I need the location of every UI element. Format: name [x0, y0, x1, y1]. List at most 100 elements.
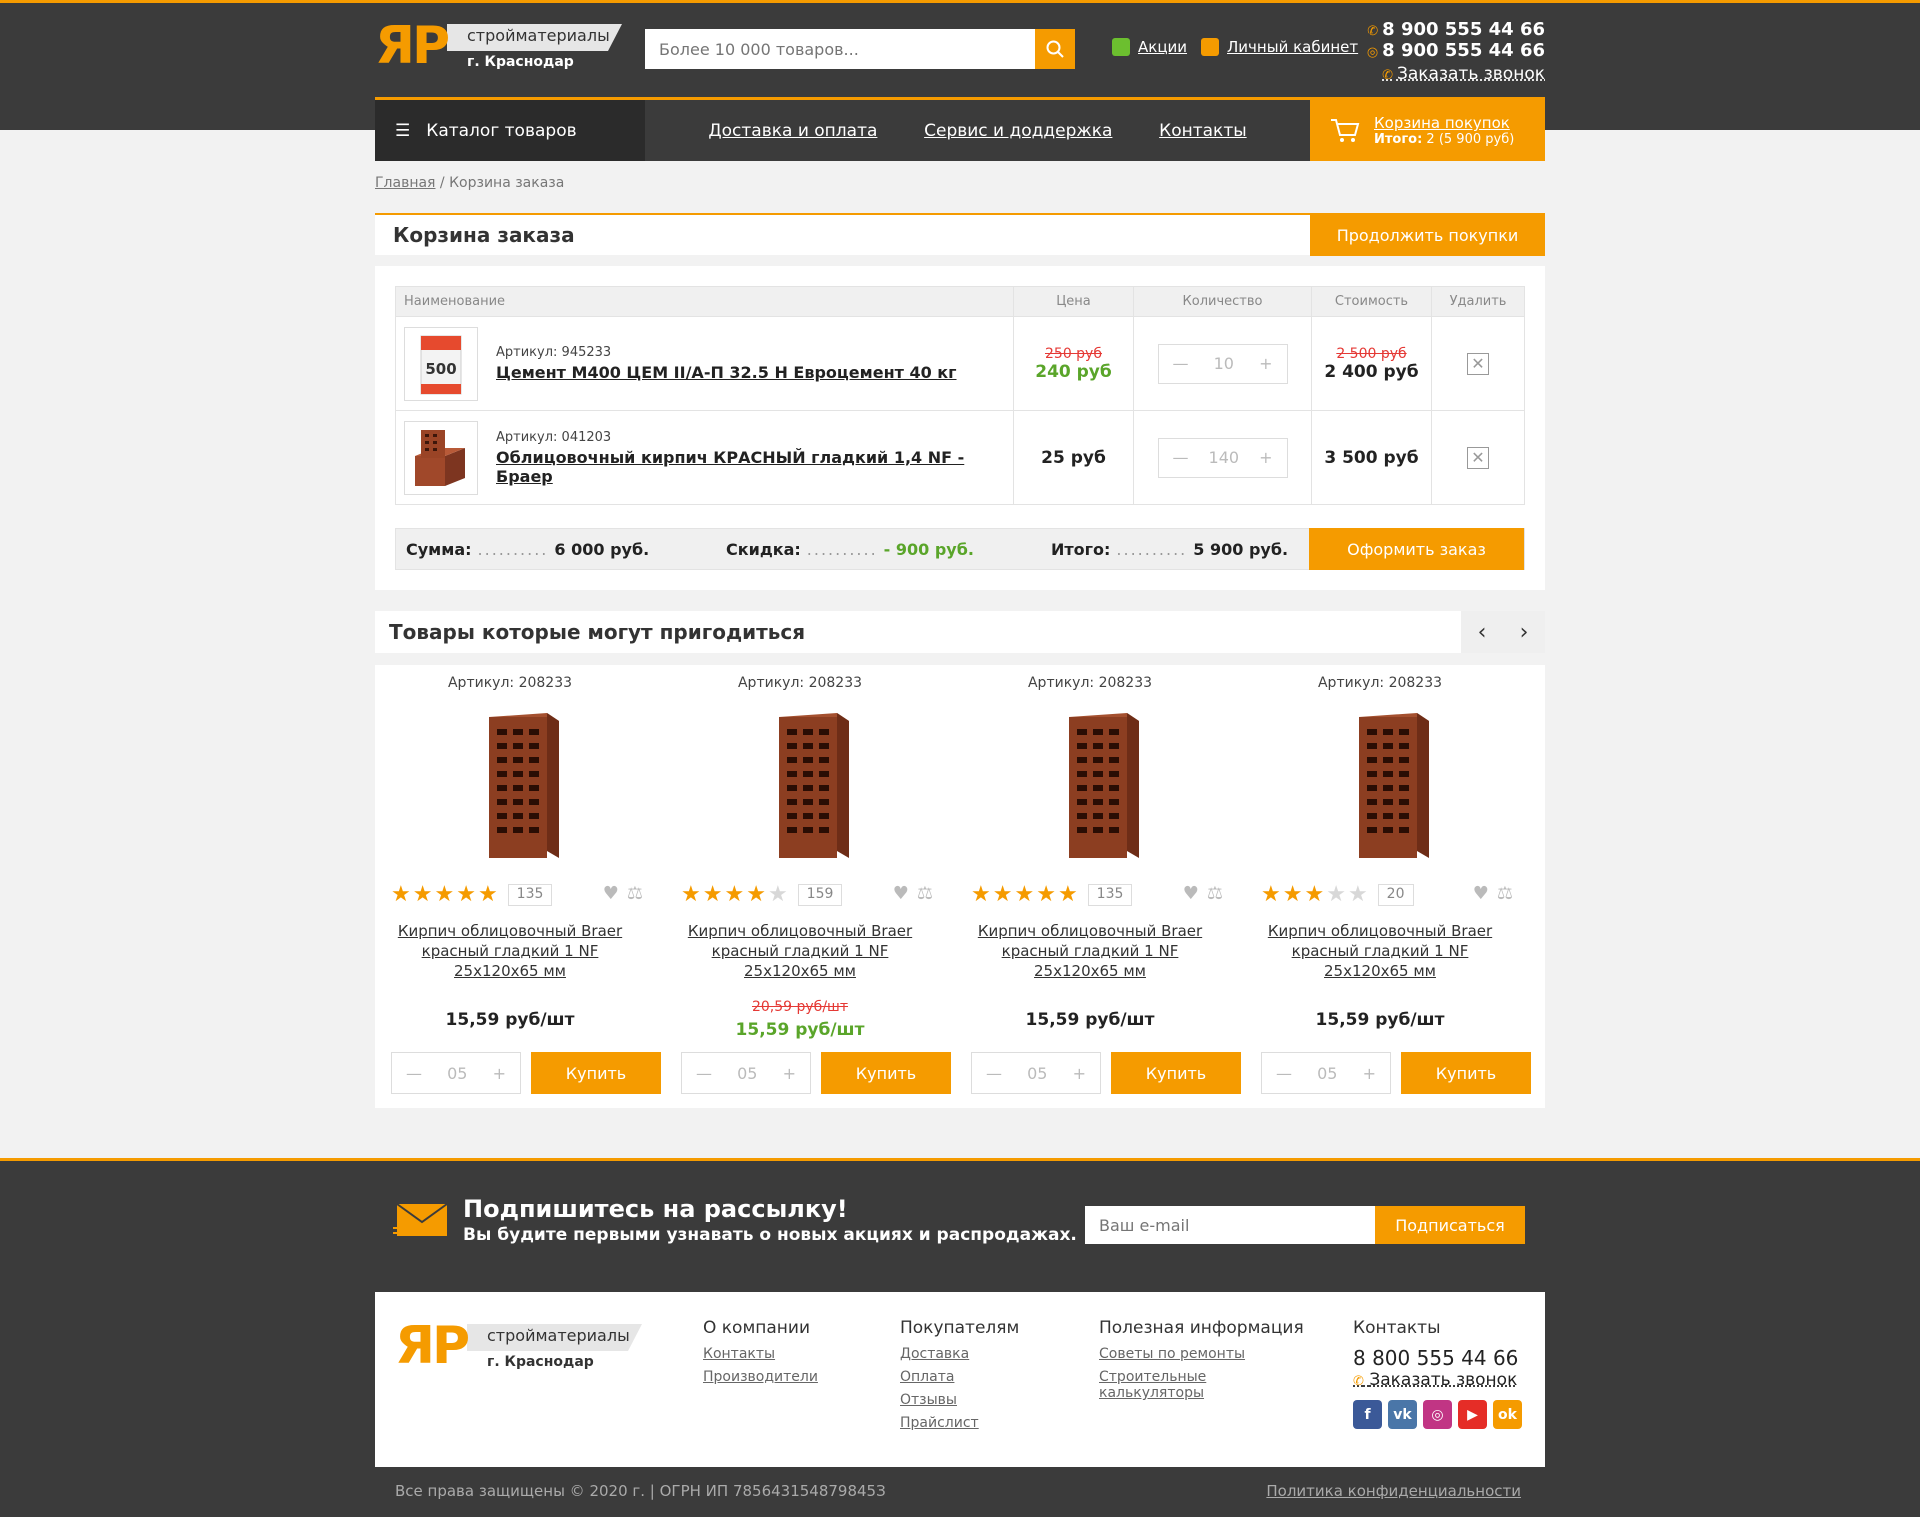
star-icon[interactable]: ★	[434, 882, 454, 907]
buy-button[interactable]: Купить	[1111, 1052, 1241, 1094]
star-icon[interactable]: ★	[1058, 882, 1078, 907]
callback-link[interactable]: Заказать звонок	[1397, 64, 1545, 84]
search-input[interactable]	[645, 29, 1025, 69]
compare-icon[interactable]: ⚖	[627, 883, 643, 904]
footer-link[interactable]: Производители	[703, 1369, 818, 1385]
phone-1[interactable]: 8 900 555 44 66	[1382, 19, 1545, 40]
compare-icon[interactable]: ⚖	[1497, 883, 1513, 904]
vk-icon[interactable]: vk	[1388, 1400, 1417, 1429]
quantity-value[interactable]: 10	[1214, 354, 1234, 373]
plus-icon[interactable]: +	[783, 1064, 796, 1083]
quantity-value[interactable]: 05	[1317, 1064, 1337, 1083]
heart-icon[interactable]: ♥	[1183, 883, 1199, 904]
minus-icon[interactable]: —	[1173, 354, 1189, 373]
star-icon[interactable]: ★	[413, 882, 433, 907]
delete-icon[interactable]: ✕	[1467, 446, 1489, 469]
star-icon[interactable]: ★	[768, 882, 788, 907]
chevron-left-icon[interactable]: ‹	[1461, 611, 1503, 653]
compare-icon[interactable]: ⚖	[917, 883, 933, 904]
star-icon[interactable]: ★	[681, 882, 701, 907]
chevron-right-icon[interactable]: ›	[1503, 611, 1545, 653]
cement-bag-image[interactable]: 500	[404, 326, 478, 401]
product-name-link[interactable]: Кирпич облицовочный Braer красный гладки…	[975, 921, 1205, 981]
product-name-link[interactable]: Цемент М400 ЦЕМ II/А-П 32.5 Н Евроцемент…	[496, 363, 957, 382]
logo[interactable]: ЯР стройматериалы г. Краснодар	[375, 16, 625, 76]
footer-link[interactable]: Строительные калькуляторы	[1099, 1369, 1259, 1401]
star-icon[interactable]: ★	[1348, 882, 1368, 907]
quantity-value[interactable]: 05	[737, 1064, 757, 1083]
search-button[interactable]	[1035, 29, 1075, 69]
cart-widget[interactable]: Корзина покупок Итого: 2 (5 900 руб)	[1310, 100, 1545, 161]
star-icon[interactable]: ★	[391, 882, 411, 907]
email-field[interactable]	[1085, 1206, 1375, 1244]
plus-icon[interactable]: +	[1363, 1064, 1376, 1083]
heart-icon[interactable]: ♥	[893, 883, 909, 904]
plus-icon[interactable]: +	[493, 1064, 506, 1083]
plus-icon[interactable]: +	[1259, 448, 1272, 467]
brick-image[interactable]	[1359, 713, 1429, 858]
delete-icon[interactable]: ✕	[1467, 352, 1489, 375]
star-icon[interactable]: ★	[971, 882, 991, 907]
plus-icon[interactable]: +	[1073, 1064, 1086, 1083]
odnoklassniki-icon[interactable]: ok	[1493, 1400, 1522, 1429]
minus-icon[interactable]: —	[1276, 1064, 1292, 1083]
breadcrumb-home[interactable]: Главная	[375, 175, 435, 191]
star-icon[interactable]: ★	[456, 882, 476, 907]
instagram-icon[interactable]: ◎	[1423, 1400, 1452, 1429]
footer-logo[interactable]: ЯР стройматериалы г. Краснодар	[395, 1316, 645, 1376]
quantity-value[interactable]: 05	[1027, 1064, 1047, 1083]
nav-link-contacts[interactable]: Контакты	[1159, 121, 1247, 141]
nav-link-delivery[interactable]: Доставка и оплата	[708, 121, 877, 141]
star-icon[interactable]: ★	[1036, 882, 1056, 907]
star-icon[interactable]: ★	[1326, 882, 1346, 907]
quantity-value[interactable]: 140	[1209, 448, 1240, 467]
minus-icon[interactable]: —	[1173, 448, 1189, 467]
buy-button[interactable]: Купить	[1401, 1052, 1531, 1094]
star-icon[interactable]: ★	[746, 882, 766, 907]
minus-icon[interactable]: —	[406, 1064, 422, 1083]
phone-2[interactable]: 8 900 555 44 66	[1382, 40, 1545, 61]
checkout-button[interactable]: Оформить заказ	[1309, 528, 1524, 570]
star-icon[interactable]: ★	[1261, 882, 1281, 907]
star-icon[interactable]: ★	[1014, 882, 1034, 907]
quantity-value[interactable]: 05	[447, 1064, 467, 1083]
star-icon[interactable]: ★	[993, 882, 1013, 907]
minus-icon[interactable]: —	[696, 1064, 712, 1083]
product-name-link[interactable]: Облицовочный кирпич КРАСНЫЙ гладкий 1,4 …	[496, 448, 1013, 486]
minus-icon[interactable]: —	[986, 1064, 1002, 1083]
star-icon[interactable]: ★	[1283, 882, 1303, 907]
catalog-button[interactable]: ☰ Каталог товаров	[375, 100, 645, 161]
youtube-icon[interactable]: ▶	[1458, 1400, 1487, 1429]
privacy-policy-link[interactable]: Политика конфиденциальности	[1266, 1482, 1521, 1500]
subscribe-button[interactable]: Подписаться	[1375, 1206, 1525, 1244]
star-icon[interactable]: ★	[724, 882, 744, 907]
compare-icon[interactable]: ⚖	[1207, 883, 1223, 904]
footer-phone[interactable]: 8 800 555 44 66	[1353, 1346, 1522, 1370]
star-icon[interactable]: ★	[478, 882, 498, 907]
facebook-icon[interactable]: f	[1353, 1400, 1382, 1429]
footer-link[interactable]: Советы по ремонты	[1099, 1346, 1259, 1362]
heart-icon[interactable]: ♥	[1473, 883, 1489, 904]
product-name-link[interactable]: Кирпич облицовочный Braer красный гладки…	[685, 921, 915, 981]
footer-link[interactable]: Отзывы	[900, 1392, 1019, 1408]
footer-link[interactable]: Доставка	[900, 1346, 1019, 1362]
brick-image[interactable]	[404, 420, 478, 495]
brick-image[interactable]	[489, 713, 559, 858]
brick-image[interactable]	[779, 713, 849, 858]
footer-link[interactable]: Контакты	[703, 1346, 818, 1362]
continue-shopping-button[interactable]: Продолжить покупки	[1310, 214, 1545, 256]
buy-button[interactable]: Купить	[821, 1052, 951, 1094]
footer-callback-link[interactable]: Заказать звонок	[1369, 1370, 1517, 1390]
brick-image[interactable]	[1069, 713, 1139, 858]
product-name-link[interactable]: Кирпич облицовочный Braer красный гладки…	[1265, 921, 1495, 981]
nav-link-service[interactable]: Сервис и доддержка	[924, 121, 1112, 141]
buy-button[interactable]: Купить	[531, 1052, 661, 1094]
account-link[interactable]: Личный кабинет	[1201, 38, 1358, 56]
heart-icon[interactable]: ♥	[603, 883, 619, 904]
footer-link[interactable]: Оплата	[900, 1369, 1019, 1385]
star-icon[interactable]: ★	[1304, 882, 1324, 907]
footer-link[interactable]: Прайслист	[900, 1415, 1019, 1431]
promo-link[interactable]: Акции	[1112, 38, 1187, 56]
product-name-link[interactable]: Кирпич облицовочный Braer красный гладки…	[395, 921, 625, 981]
plus-icon[interactable]: +	[1259, 354, 1272, 373]
